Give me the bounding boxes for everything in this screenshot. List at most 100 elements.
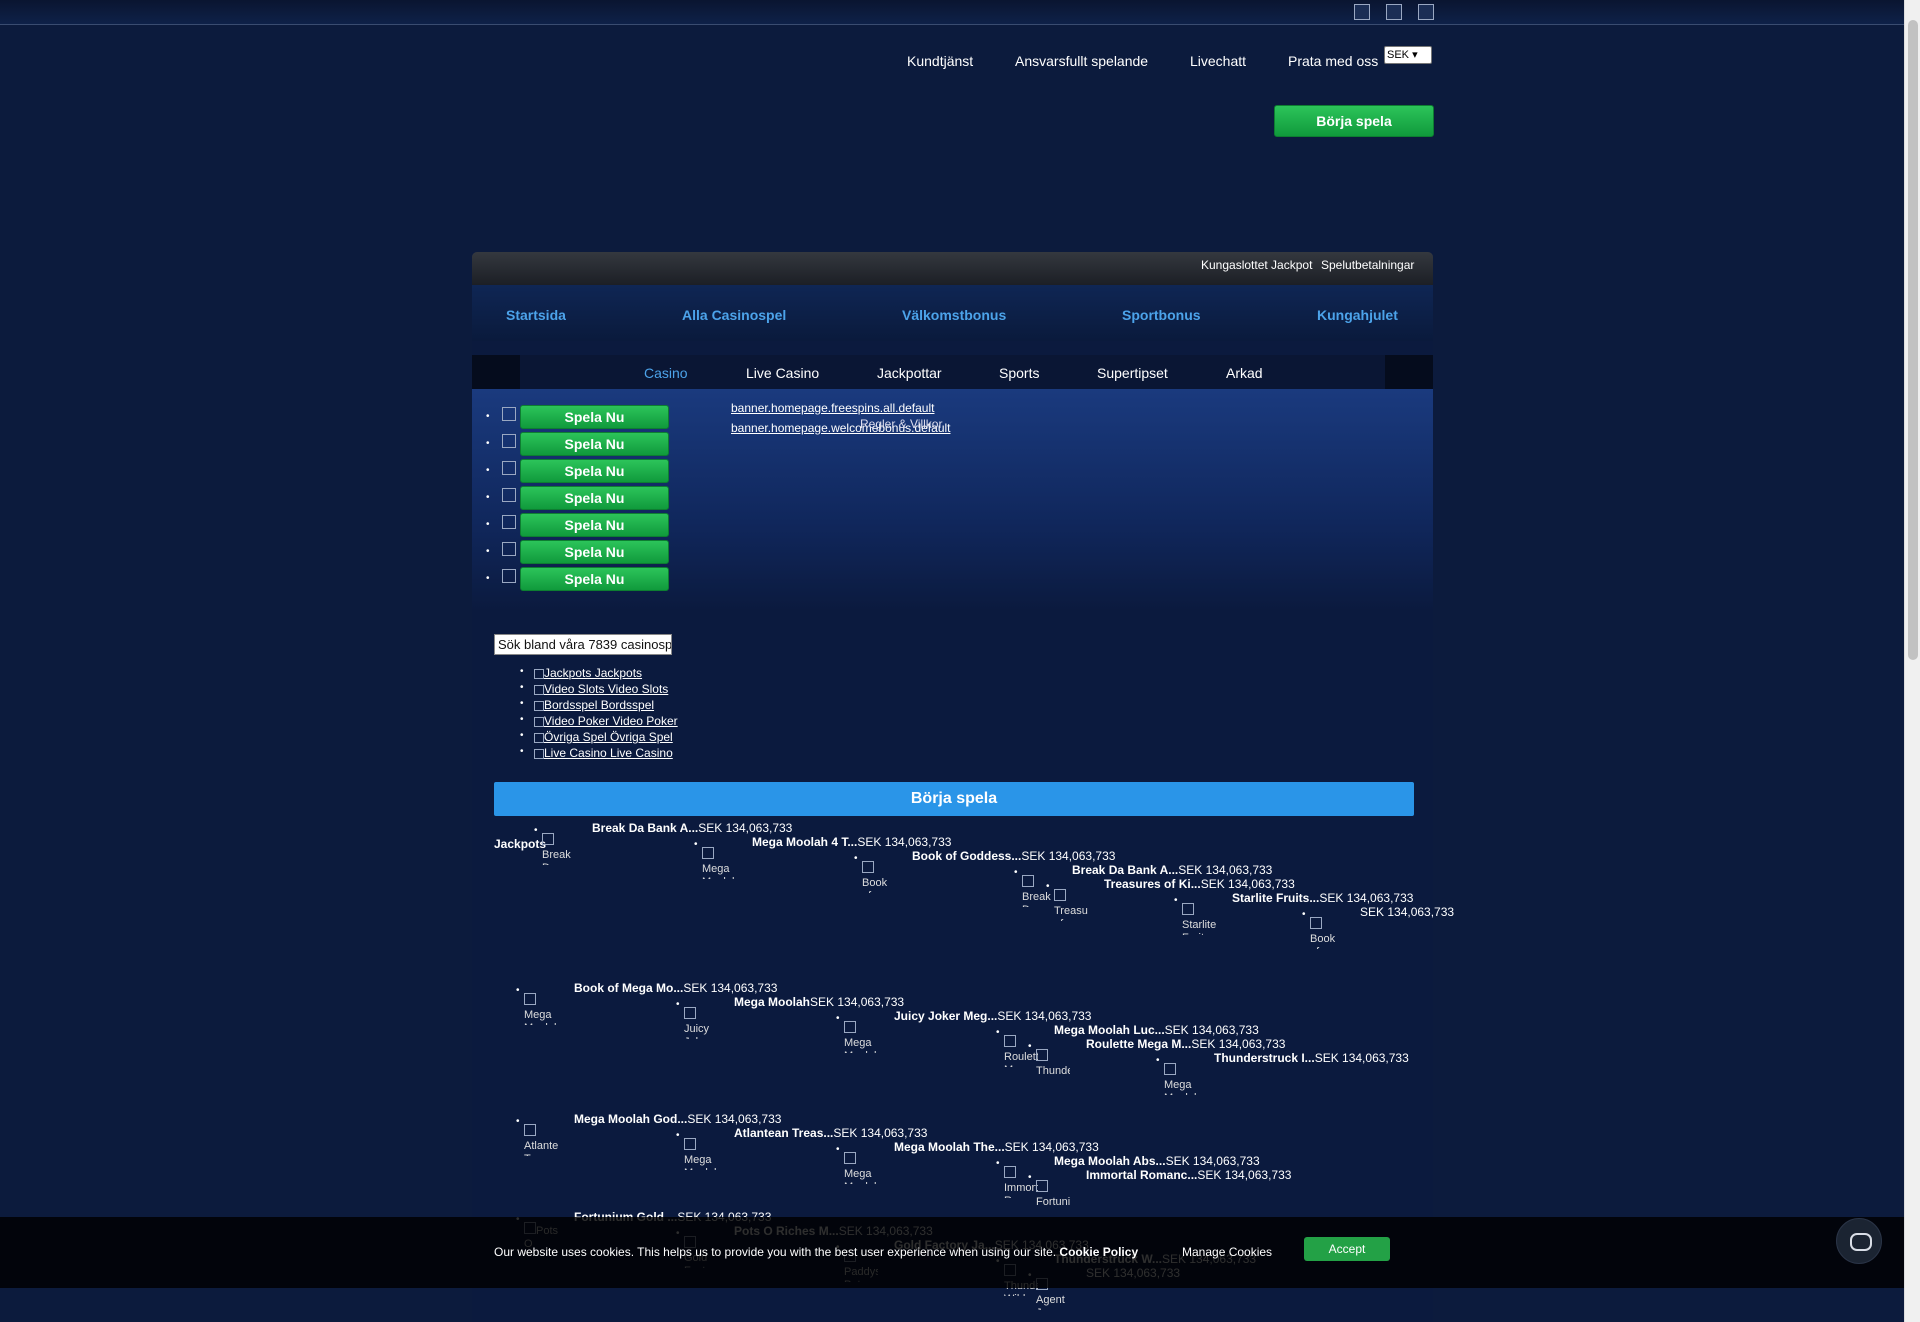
category-live-casino[interactable]: Live Casino Live Casino (520, 746, 678, 762)
utility-bar: Kungaslottet Jackpot Spelutbetalningar (472, 252, 1433, 285)
currency-value: SEK (1387, 49, 1410, 61)
jackpot-game-item[interactable]: Treasures of Ki...SEK 134,063,733 (1104, 877, 1295, 891)
nav-alla-casinospel[interactable]: Alla Casinospel (682, 307, 786, 323)
tab-casino[interactable]: Casino (644, 365, 688, 381)
category-label: Jackpots Jackpots (544, 666, 643, 680)
jackpot-game-item[interactable]: Break Da Bank A...SEK 134,063,733 (1072, 863, 1272, 877)
play-now-button[interactable]: Spela Nu (520, 513, 669, 537)
game-thumbnail[interactable]: Mega Moolah (702, 847, 736, 879)
play-now-button[interactable]: Spela Nu (520, 540, 669, 564)
category-video-poker[interactable]: Video Poker Video Poker (520, 714, 678, 730)
nav-startsida[interactable]: Startsida (506, 307, 566, 323)
jackpot-game-item[interactable]: SEK 134,063,733 (1360, 905, 1454, 919)
play-now-button[interactable]: Spela Nu (520, 405, 669, 429)
manage-cookies-link[interactable]: Manage Cookies (1182, 1245, 1272, 1259)
link-kundtjanst[interactable]: Kundtjänst (907, 53, 973, 69)
game-thumbnail[interactable]: Fortuni (1036, 1180, 1070, 1212)
banner-freespins-link[interactable]: banner.homepage.freespins.all.default (731, 401, 934, 415)
scrollbar[interactable] (1904, 0, 1920, 1322)
game-thumbnail[interactable]: Break Da (1022, 875, 1056, 907)
jackpot-game-item[interactable]: Immortal Romanc...SEK 134,063,733 (1086, 1168, 1291, 1182)
nav-sportbonus[interactable]: Sportbonus (1122, 307, 1201, 323)
category-jackpots[interactable]: Jackpots Jackpots (520, 666, 678, 682)
jackpot-game-item[interactable]: Atlantean Treas...SEK 134,063,733 (734, 1126, 927, 1140)
jackpot-game-item[interactable]: Book of Goddess...SEK 134,063,733 (912, 849, 1115, 863)
game-thumbnail[interactable]: Juicy Joker (684, 1007, 718, 1039)
category-ovriga-spel[interactable]: Övriga Spel Övriga Spel (520, 730, 678, 746)
play-now-button[interactable]: Spela Nu (520, 459, 669, 483)
game-thumbnail-alt: Juicy Joker (684, 1023, 711, 1039)
game-thumbnail-alt: Fortuni (1036, 1196, 1070, 1208)
tab-live-casino[interactable]: Live Casino (746, 365, 819, 381)
tab-jackpottar[interactable]: Jackpottar (877, 365, 942, 381)
game-search-input[interactable]: Sök bland våra 7839 casinospel (494, 634, 672, 655)
game-thumbnail[interactable]: Starlite Fruits (1182, 903, 1216, 935)
tab-sports[interactable]: Sports (999, 365, 1039, 381)
play-now-button[interactable]: Spela Nu (520, 432, 669, 456)
jackpot-game-item[interactable]: Book of Mega Mo...SEK 134,063,733 (574, 981, 777, 995)
flag-icon[interactable] (1418, 4, 1434, 20)
category-icon (534, 716, 544, 727)
game-thumbnail[interactable]: Thunde (1036, 1049, 1070, 1081)
game-thumbnail-alt: Thunde (1036, 1065, 1070, 1077)
game-thumbnail[interactable]: Mega Moolah (684, 1138, 718, 1170)
game-thumbnail[interactable]: Mega Moolah (844, 1021, 878, 1053)
game-thumbnail[interactable]: Book of (1310, 917, 1344, 949)
start-playing-bar[interactable]: Börja spela (494, 782, 1414, 816)
game-thumbnail[interactable]: Mega Moolah (844, 1152, 878, 1184)
jackpot-game-item[interactable]: Mega Moolah God...SEK 134,063,733 (574, 1112, 781, 1126)
jackpot-game-item[interactable]: Break Da Bank A...SEK 134,063,733 (592, 821, 792, 835)
game-thumbnail[interactable]: Roulette Mega (1004, 1035, 1038, 1067)
flag-icon[interactable] (1354, 4, 1370, 20)
chat-icon[interactable] (1836, 1218, 1882, 1264)
category-label: Övriga Spel Övriga Spel (544, 730, 673, 744)
link-livechatt[interactable]: Livechatt (1190, 53, 1246, 69)
game-thumbnail[interactable]: Mega Moolah (524, 993, 558, 1025)
jackpot-game-item[interactable]: Starlite Fruits...SEK 134,063,733 (1232, 891, 1413, 905)
jackpot-game-item[interactable]: Mega Moolah The...SEK 134,063,733 (894, 1140, 1099, 1154)
jackpots-heading: Jackpots (494, 837, 547, 851)
cookie-policy-link[interactable]: Cookie Policy (1059, 1245, 1138, 1259)
game-name: Mega Moolah God... (574, 1112, 688, 1126)
scrollbar-thumb[interactable] (1908, 20, 1918, 660)
tab-supertipset[interactable]: Supertipset (1097, 365, 1168, 381)
game-thumbnail[interactable]: Treasu of (1054, 889, 1088, 921)
currency-select[interactable]: SEK ▾ (1384, 46, 1432, 64)
link-payouts[interactable]: Spelutbetalningar (1321, 258, 1414, 272)
tab-arkad[interactable]: Arkad (1226, 365, 1263, 381)
game-name: Book of Goddess... (912, 849, 1022, 863)
jackpot-game-item[interactable]: Mega Moolah Luc...SEK 134,063,733 (1054, 1023, 1259, 1037)
link-prata-med-oss[interactable]: Prata med oss (1288, 53, 1378, 69)
play-now-button[interactable]: Spela Nu (520, 486, 669, 510)
game-name: Mega Moolah Luc... (1054, 1023, 1165, 1037)
flag-icon[interactable] (1386, 4, 1402, 20)
accept-cookies-button[interactable]: Accept (1304, 1237, 1390, 1261)
game-name: Book of Mega Mo... (574, 981, 684, 995)
list-bullet: • (516, 985, 520, 996)
nav-kungahjulet[interactable]: Kungahjulet (1317, 307, 1398, 323)
category-video-slots[interactable]: Video Slots Video Slots (520, 682, 678, 698)
link-jackpot[interactable]: Kungaslottet Jackpot (1201, 258, 1312, 272)
category-label: Bordsspel Bordsspel (544, 698, 655, 712)
start-playing-button[interactable]: Börja spela (1274, 105, 1434, 137)
game-thumbnail[interactable]: Break Da (542, 833, 576, 865)
jackpot-game-item[interactable]: Mega Moolah 4 T...SEK 134,063,733 (752, 835, 951, 849)
jackpot-game-item[interactable]: Mega MoolahSEK 134,063,733 (734, 995, 904, 1009)
game-thumbnail[interactable]: Atlantea Treasu (524, 1124, 558, 1156)
jackpot-game-item[interactable]: Mega Moolah Abs...SEK 134,063,733 (1054, 1154, 1260, 1168)
jackpot-game-item[interactable]: Juicy Joker Meg...SEK 134,063,733 (894, 1009, 1091, 1023)
jackpot-game-item[interactable]: Thunderstruck I...SEK 134,063,733 (1214, 1051, 1409, 1065)
game-thumbnail[interactable]: Immorta Roman (1004, 1166, 1038, 1198)
game-thumbnail-alt: Agent Jane (1036, 1294, 1065, 1310)
game-thumbnail[interactable]: Mega Moolah (1164, 1063, 1198, 1095)
category-label: Video Slots Video Slots (544, 682, 669, 696)
nav-valkomstbonus[interactable]: Välkomstbonus (902, 307, 1006, 323)
game-thumbnail[interactable]: Book of (862, 861, 896, 893)
play-now-button[interactable]: Spela Nu (520, 567, 669, 591)
category-bordsspel[interactable]: Bordsspel Bordsspel (520, 698, 678, 714)
list-bullet: • (854, 853, 858, 864)
jackpot-game-item[interactable]: Roulette Mega M...SEK 134,063,733 (1086, 1037, 1285, 1051)
link-ansvarsfullt-spelande[interactable]: Ansvarsfullt spelande (1015, 53, 1148, 69)
terms-link[interactable]: Regler & Villkor (860, 417, 942, 431)
jackpot-amount: SEK 134,063,733 (1197, 1168, 1292, 1182)
